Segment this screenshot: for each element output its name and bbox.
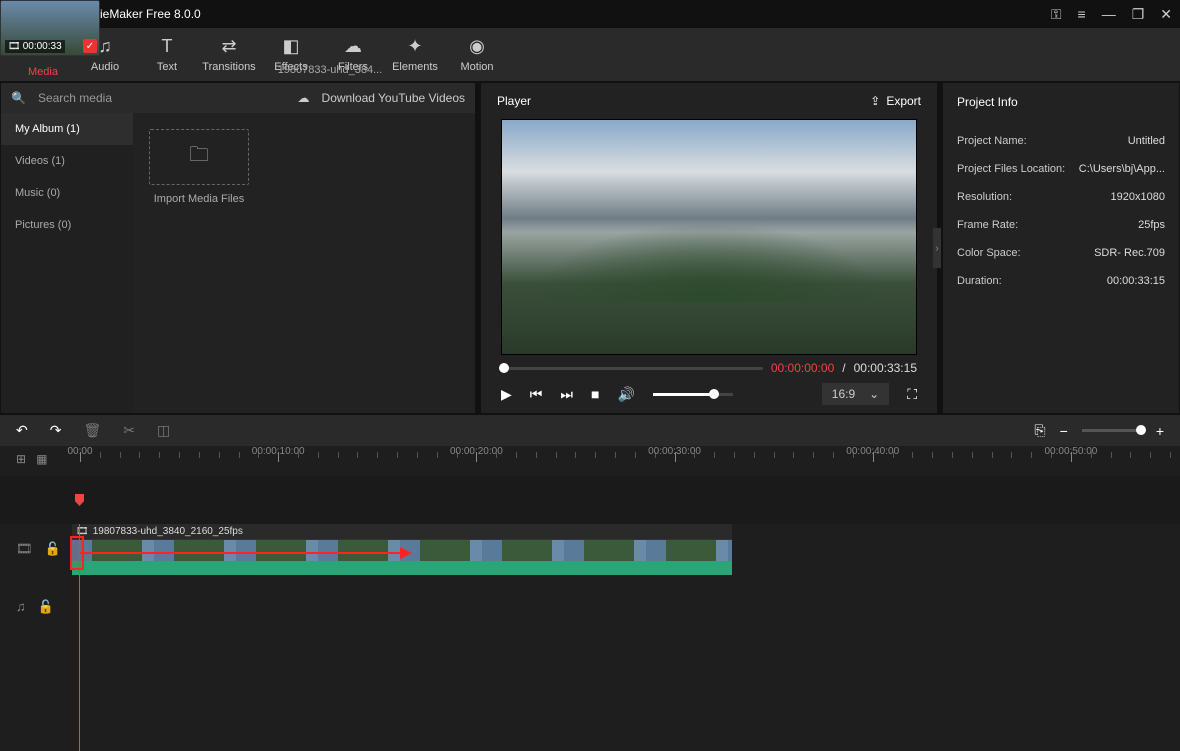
timeline-ruler-row: ⊞ ▦ 00:0000:00:10:0000:00:20:0000:00:30:… bbox=[0, 446, 1180, 476]
download-icon: ☁ bbox=[298, 91, 310, 105]
progress-bar[interactable] bbox=[501, 367, 763, 370]
export-button[interactable]: ⇪ Export bbox=[870, 94, 921, 108]
album-item[interactable]: My Album (1) bbox=[1, 113, 133, 145]
info-key: Project Files Location: bbox=[957, 163, 1065, 175]
undo-icon[interactable]: ↶ bbox=[16, 422, 28, 439]
info-row: Frame Rate: 25fps bbox=[957, 211, 1165, 239]
collapse-handle[interactable]: › bbox=[933, 228, 941, 268]
export-icon: ⇪ bbox=[870, 94, 880, 108]
video-track-icon: 🎞 bbox=[16, 541, 33, 557]
zoom-slider[interactable] bbox=[1082, 429, 1142, 432]
timeline-clip-name: 19807833-uhd_3840_2160_25fps bbox=[93, 526, 243, 537]
info-row: Resolution: 1920x1080 bbox=[957, 183, 1165, 211]
fit-icon[interactable]: ⎘ bbox=[1034, 422, 1045, 439]
info-value: SDR- Rec.709 bbox=[1094, 247, 1165, 259]
player-title: Player bbox=[497, 94, 531, 108]
export-label: Export bbox=[886, 94, 921, 108]
player-panel: Player ⇪ Export 00:00:00:00 / 00:00:33:1… bbox=[480, 82, 938, 414]
fullscreen-icon[interactable]: ⛶ bbox=[907, 386, 917, 403]
lock-icon[interactable]: 🔓 bbox=[38, 599, 54, 615]
film-icon: 🎞 bbox=[8, 41, 21, 52]
timeline-toolbar: ↶ ↷ 🗑 ✂ ◫ ⎘ − + bbox=[0, 414, 1180, 446]
redo-icon[interactable]: ↷ bbox=[50, 422, 62, 439]
key-icon[interactable]: ⚿ bbox=[1051, 6, 1062, 23]
prev-icon[interactable]: ⏮ bbox=[530, 386, 543, 403]
info-key: Frame Rate: bbox=[957, 219, 1018, 231]
timeline-ruler[interactable]: 00:0000:00:10:0000:00:20:0000:00:30:0000… bbox=[80, 446, 1180, 476]
close-icon[interactable]: ✕ bbox=[1160, 6, 1172, 23]
info-title: Project Info bbox=[943, 83, 1179, 121]
media-panel: 🔍 Search media ☁ Download YouTube Videos… bbox=[0, 82, 476, 414]
info-value: 00:00:33:15 bbox=[1107, 275, 1165, 287]
info-row: Project Name: Untitled bbox=[957, 127, 1165, 155]
selected-check-icon: ✓ bbox=[83, 39, 97, 53]
import-label: Import Media Files bbox=[149, 193, 249, 205]
time-current: 00:00:00:00 bbox=[771, 361, 834, 375]
volume-icon[interactable]: 🔊 bbox=[617, 386, 634, 403]
zoom-in-icon[interactable]: + bbox=[1156, 423, 1164, 439]
info-key: Color Space: bbox=[957, 247, 1021, 259]
download-youtube-link[interactable]: Download YouTube Videos bbox=[322, 91, 465, 105]
play-icon[interactable]: ▶ bbox=[501, 386, 512, 403]
crop-icon[interactable]: ◫ bbox=[157, 422, 170, 439]
volume-slider[interactable] bbox=[653, 393, 733, 396]
track-settings-icon[interactable]: ▦ bbox=[36, 452, 47, 466]
info-row: Project Files Location: C:\Users\bj\App..… bbox=[957, 155, 1165, 183]
add-track-icon[interactable]: ⊞ bbox=[16, 452, 26, 466]
ratio-value: 16:9 bbox=[832, 387, 855, 401]
media-clip-item[interactable]: 🎞00:00:33 ✓ 19807833-uhd_384... bbox=[0, 0, 660, 48]
info-key: Project Name: bbox=[957, 135, 1027, 147]
aspect-ratio-select[interactable]: 16:9 ⌄ bbox=[822, 383, 889, 405]
menu-icon[interactable]: ≡ bbox=[1078, 6, 1086, 22]
delete-icon[interactable]: 🗑 bbox=[83, 422, 101, 439]
zoom-out-icon[interactable]: − bbox=[1060, 423, 1068, 439]
album-item[interactable]: Music (0) bbox=[1, 177, 133, 209]
info-row: Color Space: SDR- Rec.709 bbox=[957, 239, 1165, 267]
lock-icon[interactable]: 🔓 bbox=[45, 541, 61, 557]
minimize-icon[interactable]: — bbox=[1102, 6, 1116, 22]
video-track[interactable]: 🎞 🔓 🎞19807833-uhd_3840_2160_25fps bbox=[16, 524, 1180, 574]
clip-name: 19807833-uhd_384... bbox=[0, 64, 660, 76]
annotation-arrow bbox=[80, 552, 410, 554]
maximize-icon[interactable]: ❐ bbox=[1132, 6, 1145, 23]
folder-icon: 🗀 bbox=[189, 140, 209, 174]
project-info-panel: › Project Info Project Name:UntitledProj… bbox=[942, 82, 1180, 414]
search-icon: 🔍 bbox=[11, 91, 26, 105]
search-input[interactable]: Search media bbox=[38, 91, 286, 105]
album-item[interactable]: Pictures (0) bbox=[1, 209, 133, 241]
info-key: Resolution: bbox=[957, 191, 1012, 203]
info-value: 25fps bbox=[1138, 219, 1165, 231]
info-value: C:\Users\bj\App... bbox=[1079, 163, 1165, 175]
video-preview[interactable] bbox=[501, 119, 917, 355]
next-icon[interactable]: ⏭ bbox=[560, 386, 573, 403]
stop-icon[interactable]: ■ bbox=[591, 386, 599, 402]
info-key: Duration: bbox=[957, 275, 1002, 287]
info-value: Untitled bbox=[1128, 135, 1165, 147]
info-value: 1920x1080 bbox=[1111, 191, 1165, 203]
import-media-button[interactable]: 🗀 Import Media Files bbox=[149, 129, 249, 205]
album-item[interactable]: Videos (1) bbox=[1, 145, 133, 177]
audio-track-icon: ♫ bbox=[16, 599, 26, 615]
time-total: 00:00:33:15 bbox=[854, 361, 917, 375]
split-icon[interactable]: ✂ bbox=[123, 422, 135, 439]
info-row: Duration: 00:00:33:15 bbox=[957, 267, 1165, 295]
album-list: My Album (1)Videos (1)Music (0)Pictures … bbox=[1, 113, 133, 413]
chevron-down-icon: ⌄ bbox=[869, 387, 879, 401]
clip-duration: 00:00:33 bbox=[23, 41, 62, 52]
timeline-tracks: 🎞 🔓 🎞19807833-uhd_3840_2160_25fps ♫ 🔓 bbox=[0, 524, 1180, 751]
audio-track[interactable]: ♫ 🔓 bbox=[16, 582, 1180, 632]
